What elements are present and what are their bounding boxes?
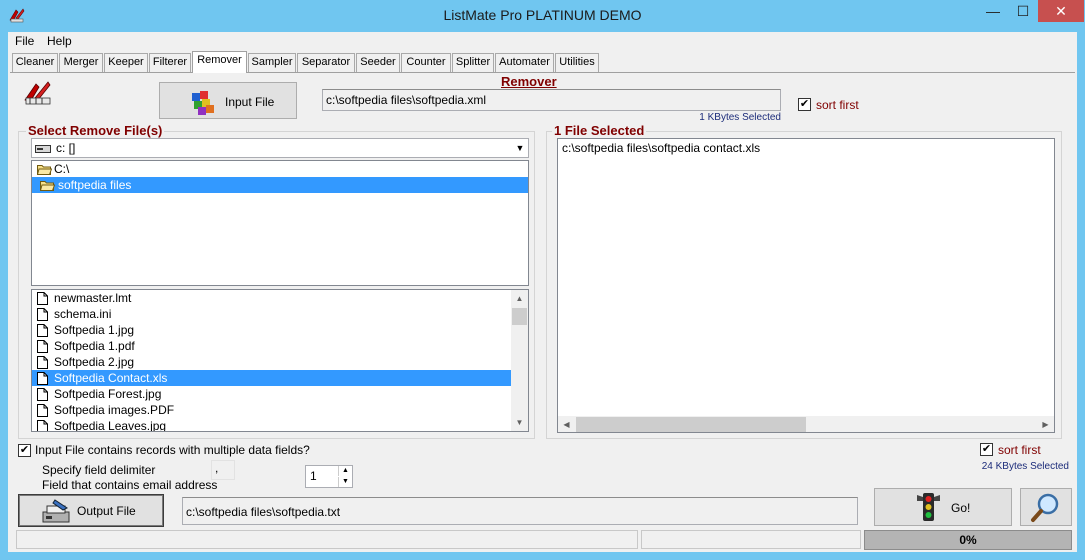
tab-keeper[interactable]: Keeper xyxy=(104,53,148,72)
spin-down-icon[interactable]: ▼ xyxy=(338,477,352,487)
files-selected-label: 1 File Selected xyxy=(552,123,647,138)
output-file-path[interactable]: c:\softpedia files\softpedia.txt xyxy=(182,497,858,525)
file-label: Softpedia Leaves.jpg xyxy=(54,419,167,432)
menu-help[interactable]: Help xyxy=(47,34,72,48)
file-label: Softpedia images.PDF xyxy=(54,403,175,417)
sort-first-checkbox-2[interactable]: ✔ xyxy=(980,443,993,456)
file-list-scrollbar[interactable]: ▲ ▼ xyxy=(511,290,528,431)
input-size-label: 1 KBytes Selected xyxy=(699,112,781,123)
scroll-right-icon[interactable]: ▶ xyxy=(1037,416,1054,432)
email-field-value: 1 xyxy=(310,469,317,483)
folder-item[interactable]: softpedia files xyxy=(32,177,528,193)
output-file-button-label: Output File xyxy=(77,504,136,518)
window-title: ListMate Pro PLATINUM DEMO xyxy=(443,7,642,23)
menu-file[interactable]: File xyxy=(15,34,34,48)
tab-seeder[interactable]: Seeder xyxy=(356,53,400,72)
tab-counter[interactable]: Counter xyxy=(401,53,451,72)
maximize-button[interactable]: ☐ xyxy=(1008,0,1038,22)
tab-separator[interactable]: Separator xyxy=(297,53,355,72)
email-field-label: Field that contains email address xyxy=(42,478,218,492)
input-file-button[interactable]: Input File xyxy=(159,82,297,119)
magnifier-icon xyxy=(1029,491,1063,528)
file-list-item[interactable]: schema.ini xyxy=(32,306,511,322)
file-list[interactable]: newmaster.lmt schema.ini Softpedia 1.jpg So… xyxy=(31,289,529,432)
scroll-thumb[interactable] xyxy=(512,308,527,325)
hscroll-thumb[interactable] xyxy=(576,417,806,432)
section-title: Remover xyxy=(501,74,557,89)
sort-first-label: sort first xyxy=(816,98,859,112)
spin-up-icon[interactable]: ▲ xyxy=(338,466,352,476)
go-button-label: Go! xyxy=(951,501,971,515)
tab-sampler[interactable]: Sampler xyxy=(248,53,296,72)
remove-size-label: 24 KBytes Selected xyxy=(981,461,1069,472)
drive-icon xyxy=(35,143,51,157)
input-file-icon xyxy=(188,87,218,120)
file-list-item[interactable]: Softpedia Leaves.jpg xyxy=(32,418,511,432)
find-button[interactable] xyxy=(1020,488,1072,526)
tab-cleaner[interactable]: Cleaner xyxy=(12,53,58,72)
delimiter-input[interactable]: , xyxy=(211,460,235,480)
input-file-path[interactable]: c:\softpedia files\softpedia.xml xyxy=(322,89,781,111)
folder-label: C:\ xyxy=(54,162,70,176)
traffic-light-icon xyxy=(915,492,941,525)
drive-combobox[interactable]: c: [] ▼ xyxy=(31,138,529,158)
file-list-item[interactable]: newmaster.lmt xyxy=(32,290,511,306)
file-label: Softpedia Forest.jpg xyxy=(54,387,162,401)
progress-bar: 0% xyxy=(864,530,1072,550)
multi-field-checkbox[interactable]: ✔ xyxy=(18,444,31,457)
file-list-item[interactable]: Softpedia Contact.xls xyxy=(32,370,511,386)
select-remove-label: Select Remove File(s) xyxy=(26,123,165,138)
email-field-spinner[interactable]: 1 ▲ ▼ xyxy=(305,465,353,488)
tab-automater[interactable]: Automater xyxy=(495,53,554,72)
menu-bar xyxy=(8,32,1077,51)
progress-label: 0% xyxy=(959,533,977,547)
selected-files-hscrollbar[interactable]: ◀ ▶ xyxy=(558,416,1054,432)
tab-splitter[interactable]: Splitter xyxy=(452,53,494,72)
scroll-up-icon[interactable]: ▲ xyxy=(511,290,528,307)
input-file-button-label: Input File xyxy=(225,95,275,109)
folder-list[interactable]: C:\ softpedia files xyxy=(31,160,529,286)
tab-filterer[interactable]: Filterer xyxy=(149,53,191,72)
folder-label: softpedia files xyxy=(58,178,132,192)
scroll-down-icon[interactable]: ▼ xyxy=(511,414,528,431)
remover-logo-icon xyxy=(22,78,56,108)
file-list-item[interactable]: Softpedia 1.jpg xyxy=(32,322,511,338)
tab-remover[interactable]: Remover xyxy=(192,51,247,73)
file-list-item[interactable]: Softpedia 2.jpg xyxy=(32,354,511,370)
output-file-button[interactable]: Output File xyxy=(18,494,164,527)
go-button[interactable]: Go! xyxy=(874,488,1012,526)
file-label: Softpedia 2.jpg xyxy=(54,355,135,369)
file-label: Softpedia 1.pdf xyxy=(54,339,135,353)
tab-merger[interactable]: Merger xyxy=(59,53,103,72)
file-list-item[interactable]: Softpedia Forest.jpg xyxy=(32,386,511,402)
chevron-down-icon[interactable]: ▼ xyxy=(512,140,528,156)
output-file-icon xyxy=(41,498,73,527)
close-button[interactable]: ✕ xyxy=(1038,0,1084,22)
sort-first-checkbox[interactable]: ✔ xyxy=(798,98,811,111)
status-cell-2 xyxy=(641,530,861,549)
sort-first-label-2: sort first xyxy=(998,443,1041,457)
file-icon xyxy=(37,420,48,431)
status-cell-1 xyxy=(16,530,638,549)
folder-item[interactable]: C:\ xyxy=(32,161,528,177)
file-list-item[interactable]: Softpedia 1.pdf xyxy=(32,338,511,354)
tab-utilities[interactable]: Utilities xyxy=(555,53,599,72)
file-label: schema.ini xyxy=(54,307,112,321)
selected-file-item[interactable]: c:\softpedia files\softpedia contact.xls xyxy=(562,141,760,155)
scroll-left-icon[interactable]: ◀ xyxy=(558,416,575,432)
drive-value: c: [] xyxy=(56,141,76,155)
minimize-button[interactable]: — xyxy=(978,0,1008,22)
multi-field-label: Input File contains records with multipl… xyxy=(35,443,310,457)
folder-open-icon xyxy=(39,179,56,195)
delimiter-label: Specify field delimiter xyxy=(42,463,156,477)
file-list-item[interactable]: Softpedia images.PDF xyxy=(32,402,511,418)
selected-files-list[interactable]: c:\softpedia files\softpedia contact.xls… xyxy=(557,138,1055,433)
file-label: Softpedia Contact.xls xyxy=(54,371,168,385)
file-label: newmaster.lmt xyxy=(54,291,132,305)
file-label: Softpedia 1.jpg xyxy=(54,323,135,337)
